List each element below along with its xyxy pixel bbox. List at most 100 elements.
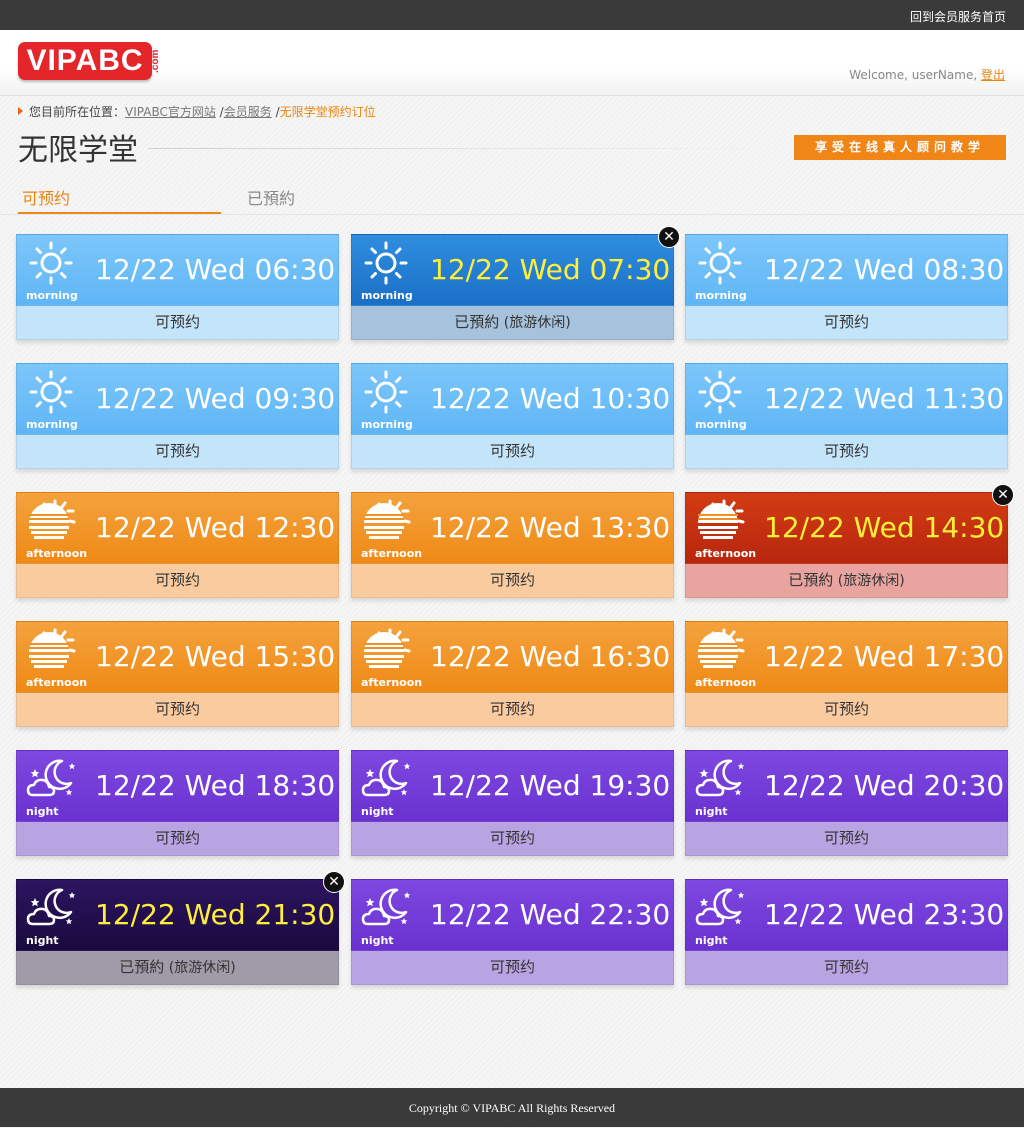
slot-status-label: 已預約 bbox=[119, 958, 165, 976]
slot-booked-status[interactable]: 已預約 (旅游休闲) bbox=[351, 306, 674, 340]
slot-card[interactable]: night 12/22 Wed 22:30 可预约 bbox=[351, 879, 674, 985]
slot-period-label: afternoon bbox=[695, 547, 757, 560]
sunset-icon bbox=[25, 628, 77, 672]
top-bar: 回到会员服务首页 bbox=[0, 0, 1024, 30]
slot-grid: morning 12/22 Wed 06:30 可预约 morning 12/22 We… bbox=[16, 226, 1014, 986]
slot-time: 12/22 Wed 23:30 bbox=[764, 898, 1005, 931]
slot-period-label: afternoon bbox=[26, 547, 88, 560]
logo-suffix: .com bbox=[150, 49, 161, 73]
slot-booking-note: (旅游休闲) bbox=[499, 315, 571, 331]
tab-booked[interactable]: 已預約 bbox=[247, 186, 295, 212]
slot-book-button[interactable]: 可预约 bbox=[351, 822, 674, 856]
moon-cloud-icon bbox=[360, 757, 412, 801]
slot-period-label: morning bbox=[26, 418, 78, 431]
slot-card[interactable]: afternoon 12/22 Wed 12:30 可预约 bbox=[16, 492, 339, 598]
slot-card[interactable]: night 12/22 Wed 21:30 已預約 (旅游休闲) ✕ bbox=[16, 871, 345, 985]
breadcrumb: 您目前所在位置：VIPABC官方网站 /会员服务 /无限学堂预约订位 bbox=[18, 103, 376, 120]
slot-header: afternoon 12/22 Wed 16:30 bbox=[351, 621, 674, 693]
sunset-icon bbox=[694, 628, 746, 672]
slot-period-label: morning bbox=[695, 418, 747, 431]
page-title: 无限学堂 bbox=[18, 133, 138, 168]
booking-tabs: 可预约 已預約 bbox=[0, 186, 1024, 216]
slot-card[interactable]: afternoon 12/22 Wed 17:30 可预约 bbox=[685, 621, 1008, 727]
slot-period-label: morning bbox=[26, 289, 78, 302]
slot-period-label: morning bbox=[695, 289, 747, 302]
slot-card[interactable]: night 12/22 Wed 20:30 可预约 bbox=[685, 750, 1008, 856]
slot-book-button[interactable]: 可预约 bbox=[351, 564, 674, 598]
slot-status-label: 已預約 bbox=[454, 313, 500, 331]
slot-header: afternoon 12/22 Wed 14:30 bbox=[685, 492, 1008, 564]
slot-header: afternoon 12/22 Wed 13:30 bbox=[351, 492, 674, 564]
cancel-booking-close-icon[interactable]: ✕ bbox=[992, 484, 1014, 506]
slot-book-button[interactable]: 可预约 bbox=[16, 306, 339, 340]
slot-book-button[interactable]: 可预约 bbox=[685, 693, 1008, 727]
sunset-icon bbox=[360, 499, 412, 543]
slot-header: morning 12/22 Wed 11:30 bbox=[685, 363, 1008, 435]
slot-time: 12/22 Wed 21:30 bbox=[95, 898, 336, 931]
member-home-link[interactable]: 回到会员服务首页 bbox=[910, 8, 1006, 25]
slot-card[interactable]: afternoon 12/22 Wed 15:30 可预约 bbox=[16, 621, 339, 727]
slot-booked-status[interactable]: 已預約 (旅游休闲) bbox=[16, 951, 339, 985]
sunset-icon bbox=[694, 499, 746, 543]
slot-book-button[interactable]: 可预约 bbox=[685, 435, 1008, 469]
slot-card[interactable]: night 12/22 Wed 19:30 可预约 bbox=[351, 750, 674, 856]
breadcrumb-prefix: 您目前所在位置： bbox=[29, 105, 126, 119]
slot-status-label: 可预约 bbox=[823, 442, 869, 460]
slot-status-label: 可预约 bbox=[489, 829, 535, 847]
slot-book-button[interactable]: 可预约 bbox=[685, 822, 1008, 856]
promo-banner[interactable]: 享受在线真人顾问教学 bbox=[794, 135, 1006, 160]
slot-time: 12/22 Wed 12:30 bbox=[95, 511, 336, 544]
slot-book-button[interactable]: 可预约 bbox=[16, 564, 339, 598]
vipabc-logo[interactable]: VIPABC bbox=[18, 42, 152, 80]
slot-header: night 12/22 Wed 21:30 bbox=[16, 879, 339, 951]
slot-book-button[interactable]: 可预约 bbox=[351, 951, 674, 985]
slot-book-button[interactable]: 可预约 bbox=[351, 435, 674, 469]
slot-period-label: morning bbox=[361, 289, 413, 302]
slot-book-button[interactable]: 可预约 bbox=[685, 951, 1008, 985]
slot-card[interactable]: afternoon 12/22 Wed 14:30 已預約 (旅游休闲) ✕ bbox=[685, 484, 1014, 598]
slot-period-label: morning bbox=[361, 418, 413, 431]
slot-booked-status[interactable]: 已預約 (旅游休闲) bbox=[685, 564, 1008, 598]
slot-book-button[interactable]: 可预约 bbox=[351, 693, 674, 727]
moon-cloud-icon bbox=[25, 757, 77, 801]
slot-book-button[interactable]: 可预约 bbox=[16, 822, 339, 856]
slot-status-label: 可预约 bbox=[823, 700, 869, 718]
slot-card[interactable]: afternoon 12/22 Wed 13:30 可预约 bbox=[351, 492, 674, 598]
slot-card[interactable]: afternoon 12/22 Wed 16:30 可预约 bbox=[351, 621, 674, 727]
slot-booking-note: (旅游休闲) bbox=[164, 960, 236, 976]
slot-period-label: night bbox=[361, 934, 394, 947]
slot-book-button[interactable]: 可预约 bbox=[16, 435, 339, 469]
slot-status-label: 可预约 bbox=[154, 571, 200, 589]
slot-header: morning 12/22 Wed 06:30 bbox=[16, 234, 339, 306]
sun-icon bbox=[25, 241, 77, 285]
slot-header: night 12/22 Wed 23:30 bbox=[685, 879, 1008, 951]
breadcrumb-home[interactable]: VIPABC官方网站 bbox=[125, 105, 216, 119]
slot-card[interactable]: morning 12/22 Wed 09:30 可预约 bbox=[16, 363, 339, 469]
slot-header: night 12/22 Wed 19:30 bbox=[351, 750, 674, 822]
slot-period-label: night bbox=[695, 805, 728, 818]
slot-time: 12/22 Wed 16:30 bbox=[430, 640, 671, 673]
slot-card[interactable]: night 12/22 Wed 23:30 可预约 bbox=[685, 879, 1008, 985]
slot-card[interactable]: morning 12/22 Wed 11:30 可预约 bbox=[685, 363, 1008, 469]
slot-card[interactable]: morning 12/22 Wed 06:30 可预约 bbox=[16, 234, 339, 340]
slot-card[interactable]: morning 12/22 Wed 07:30 已預約 (旅游休闲) ✕ bbox=[351, 226, 680, 340]
slot-card[interactable]: night 12/22 Wed 18:30 可预约 bbox=[16, 750, 339, 856]
slot-book-button[interactable]: 可预约 bbox=[16, 693, 339, 727]
cancel-booking-close-icon[interactable]: ✕ bbox=[323, 871, 345, 893]
slot-book-button[interactable]: 可预约 bbox=[685, 306, 1008, 340]
slot-card[interactable]: morning 12/22 Wed 08:30 可预约 bbox=[685, 234, 1008, 340]
moon-cloud-icon bbox=[25, 886, 77, 930]
slot-header: morning 12/22 Wed 07:30 bbox=[351, 234, 674, 306]
moon-cloud-icon bbox=[694, 886, 746, 930]
slot-time: 12/22 Wed 11:30 bbox=[764, 382, 1005, 415]
breadcrumb-member-service[interactable]: 会员服务 bbox=[224, 105, 272, 119]
welcome-text: Welcome, userName, bbox=[849, 68, 978, 82]
cancel-booking-close-icon[interactable]: ✕ bbox=[658, 226, 680, 248]
logout-link[interactable]: 登出 bbox=[981, 68, 1005, 82]
slot-card[interactable]: morning 12/22 Wed 10:30 可预约 bbox=[351, 363, 674, 469]
tab-available[interactable]: 可预约 bbox=[18, 186, 221, 215]
slot-status-label: 已預約 bbox=[788, 571, 834, 589]
slot-period-label: night bbox=[361, 805, 394, 818]
slot-header: morning 12/22 Wed 09:30 bbox=[16, 363, 339, 435]
slot-time: 12/22 Wed 06:30 bbox=[95, 253, 336, 286]
